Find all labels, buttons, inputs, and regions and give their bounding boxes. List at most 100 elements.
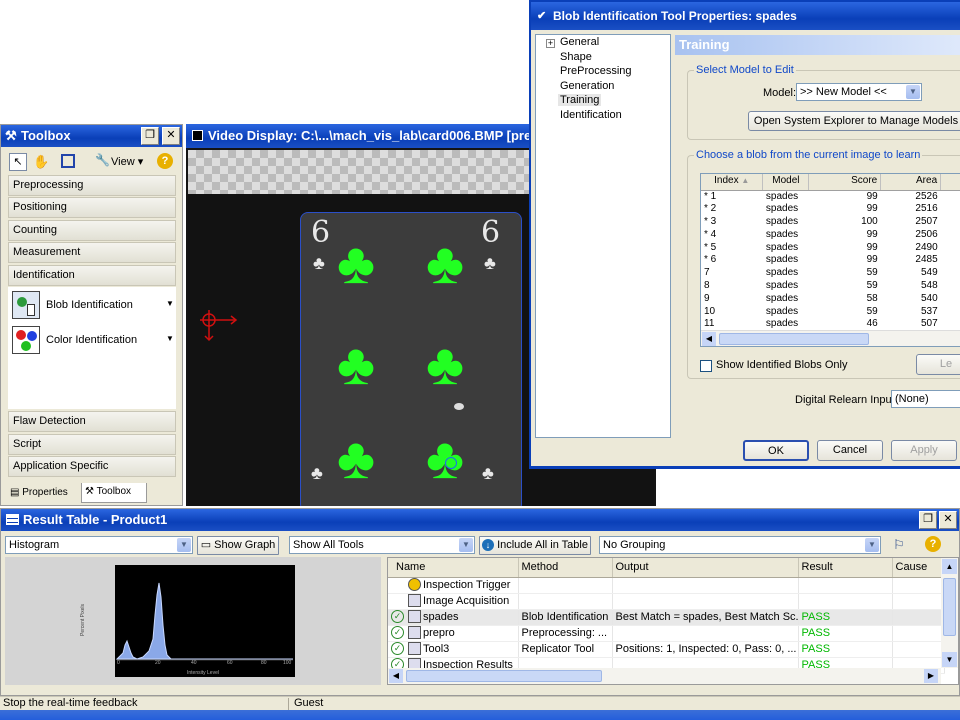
dialog-icon: ✔: [537, 10, 547, 22]
view-menu[interactable]: View ▾: [111, 155, 143, 168]
card-rank-top-left: 6: [311, 215, 331, 250]
pointer-icon[interactable]: ↖: [9, 153, 27, 171]
blob-row[interactable]: * 2 spades 99 2516: [701, 203, 960, 216]
blob-table[interactable]: Index ▲ Model Score Area * 1 spades 99 2526…: [700, 173, 960, 347]
status-text: Stop the real-time feedback: [3, 697, 138, 709]
help-icon[interactable]: ?: [157, 153, 173, 169]
result-result: [798, 593, 893, 610]
dialog-title: Blob Identification Tool Properties: spa…: [553, 9, 797, 23]
ok-button[interactable]: OK: [743, 440, 809, 461]
column-header-output[interactable]: Output: [612, 558, 799, 578]
learn-button[interactable]: Le: [916, 354, 960, 375]
blob-model: spades: [765, 216, 799, 228]
origin-marker[interactable]: [200, 310, 240, 344]
filter-select[interactable]: Show All Tools ▼: [289, 536, 475, 554]
category-counting[interactable]: Counting: [8, 220, 176, 241]
blob-area: 548: [920, 280, 938, 292]
column-header-score[interactable]: Score: [808, 174, 882, 191]
grouping-select[interactable]: No Grouping ▼: [599, 536, 881, 554]
result-row[interactable]: Inspection Trigger: [388, 577, 945, 594]
column-header-model[interactable]: Model: [762, 174, 810, 191]
restore-button[interactable]: ❐: [919, 511, 937, 529]
blob-score: 100: [861, 216, 878, 228]
result-grid[interactable]: Name Method Output Result Cause Inspecti…: [387, 557, 959, 685]
chevron-down-icon[interactable]: ▼: [166, 334, 174, 343]
toolbox-toolbar: ↖ ✋ 🔧 View ▾ ?: [5, 151, 179, 173]
column-header-index[interactable]: Index ▲: [701, 174, 764, 191]
blob-row[interactable]: * 6 spades 99 2485: [701, 254, 960, 267]
tree-expand-icon[interactable]: +: [546, 39, 555, 48]
category-script[interactable]: Script: [8, 434, 176, 455]
blob-score: 99: [866, 203, 878, 215]
club-blob: ♣: [426, 332, 465, 397]
column-header-method[interactable]: Method: [518, 558, 613, 578]
tree-item-training[interactable]: Training: [558, 94, 602, 106]
model-select[interactable]: >> New Model << ▼: [796, 83, 922, 101]
display-icon: [192, 130, 203, 141]
blob-row[interactable]: * 5 spades 99 2490: [701, 242, 960, 255]
blob-model: spades: [765, 241, 799, 253]
result-row[interactable]: ✓ Tool3 Replicator Tool Positions: 1, Inspe…: [388, 641, 945, 658]
result-row[interactable]: Image Acquisition: [388, 593, 945, 610]
category-application-specific[interactable]: Application Specific: [8, 456, 176, 477]
blob-score: 59: [866, 305, 878, 317]
result-cause: [892, 641, 945, 658]
chevron-down-icon[interactable]: ▼: [166, 299, 174, 308]
tree-item-identification[interactable]: Identification: [560, 109, 622, 121]
result-method: Replicator Tool: [518, 641, 613, 658]
help-icon[interactable]: ?: [925, 536, 941, 552]
tool-blob-identification[interactable]: Blob Identification ▼: [11, 290, 174, 322]
blob-row[interactable]: 8 spades 59 548: [701, 280, 960, 293]
blob-row[interactable]: * 3 spades 100 2507: [701, 216, 960, 229]
category-flaw-detection[interactable]: Flaw Detection: [8, 411, 176, 432]
blob-row[interactable]: 7 spades 59 549: [701, 267, 960, 280]
apply-button[interactable]: Apply: [891, 440, 957, 461]
tree-item-shape[interactable]: Shape: [560, 51, 592, 63]
show-blobs-checkbox[interactable]: [700, 360, 712, 372]
blob-score: 99: [866, 228, 878, 240]
result-hscrollbar[interactable]: ◀ ▶: [388, 668, 941, 684]
result-titlebar[interactable]: Result Table - Product1: [1, 509, 959, 531]
show-graph-button[interactable]: ▭ Show Graph: [197, 536, 279, 555]
blob-row[interactable]: 10 spades 59 537: [701, 306, 960, 319]
tool-color-identification[interactable]: Color Identification ▼: [11, 325, 174, 357]
blob-table-hscrollbar[interactable]: ◀: [701, 330, 960, 346]
result-vscrollbar[interactable]: ▲ ▼: [941, 558, 958, 668]
restore-button[interactable]: ❐: [141, 127, 159, 145]
histogram-select[interactable]: Histogram ▼: [5, 536, 193, 554]
include-all-button[interactable]: ↓ Include All in Table: [479, 536, 591, 555]
result-row[interactable]: ✓ spades Blob Identification Best Match = s…: [388, 609, 945, 626]
close-button[interactable]: ✕: [939, 511, 957, 529]
close-button[interactable]: ✕: [162, 127, 180, 145]
result-output: Best Match = spades, Best Match Sc...: [612, 609, 799, 626]
tree-item-general[interactable]: General: [560, 36, 599, 48]
select-region-icon[interactable]: [61, 154, 75, 168]
toolbox-title: Toolbox: [21, 128, 71, 143]
relearn-select[interactable]: (None): [891, 390, 960, 408]
dialog-titlebar[interactable]: ✔ Blob Identification Tool Properties: s…: [531, 2, 960, 30]
hierarchy-icon[interactable]: ⚐: [893, 537, 905, 553]
blob-row[interactable]: * 1 spades 99 2526: [701, 190, 960, 203]
category-positioning[interactable]: Positioning: [8, 197, 176, 218]
category-preprocessing[interactable]: Preprocessing: [8, 175, 176, 196]
cancel-button[interactable]: Cancel: [817, 440, 883, 461]
blob-index: * 1: [704, 190, 717, 202]
category-identification[interactable]: Identification: [8, 265, 176, 286]
column-header-result[interactable]: Result: [798, 558, 893, 578]
column-header-cause[interactable]: Cause: [892, 558, 945, 578]
column-header-area[interactable]: Area: [880, 174, 942, 191]
blob-row[interactable]: 9 spades 58 540: [701, 293, 960, 306]
open-system-explorer-button[interactable]: Open System Explorer to Manage Models: [748, 111, 960, 131]
target-marker[interactable]: [445, 457, 457, 469]
tab-toolbox[interactable]: ⚒ Toolbox: [81, 483, 147, 503]
tab-properties[interactable]: ▤ Properties: [7, 484, 79, 502]
tree-item-generation[interactable]: Generation: [560, 80, 614, 92]
hand-icon[interactable]: ✋: [33, 154, 49, 170]
category-measurement[interactable]: Measurement: [8, 242, 176, 263]
tree-item-preprocessing[interactable]: PreProcessing: [560, 65, 632, 77]
result-method: Blob Identification: [518, 609, 613, 626]
blob-row[interactable]: * 4 spades 99 2506: [701, 229, 960, 242]
result-row[interactable]: ✓ prepro Preprocessing: ... PASS: [388, 625, 945, 642]
small-club-icon: ♣: [484, 253, 496, 273]
column-header-name[interactable]: Name: [388, 558, 519, 578]
